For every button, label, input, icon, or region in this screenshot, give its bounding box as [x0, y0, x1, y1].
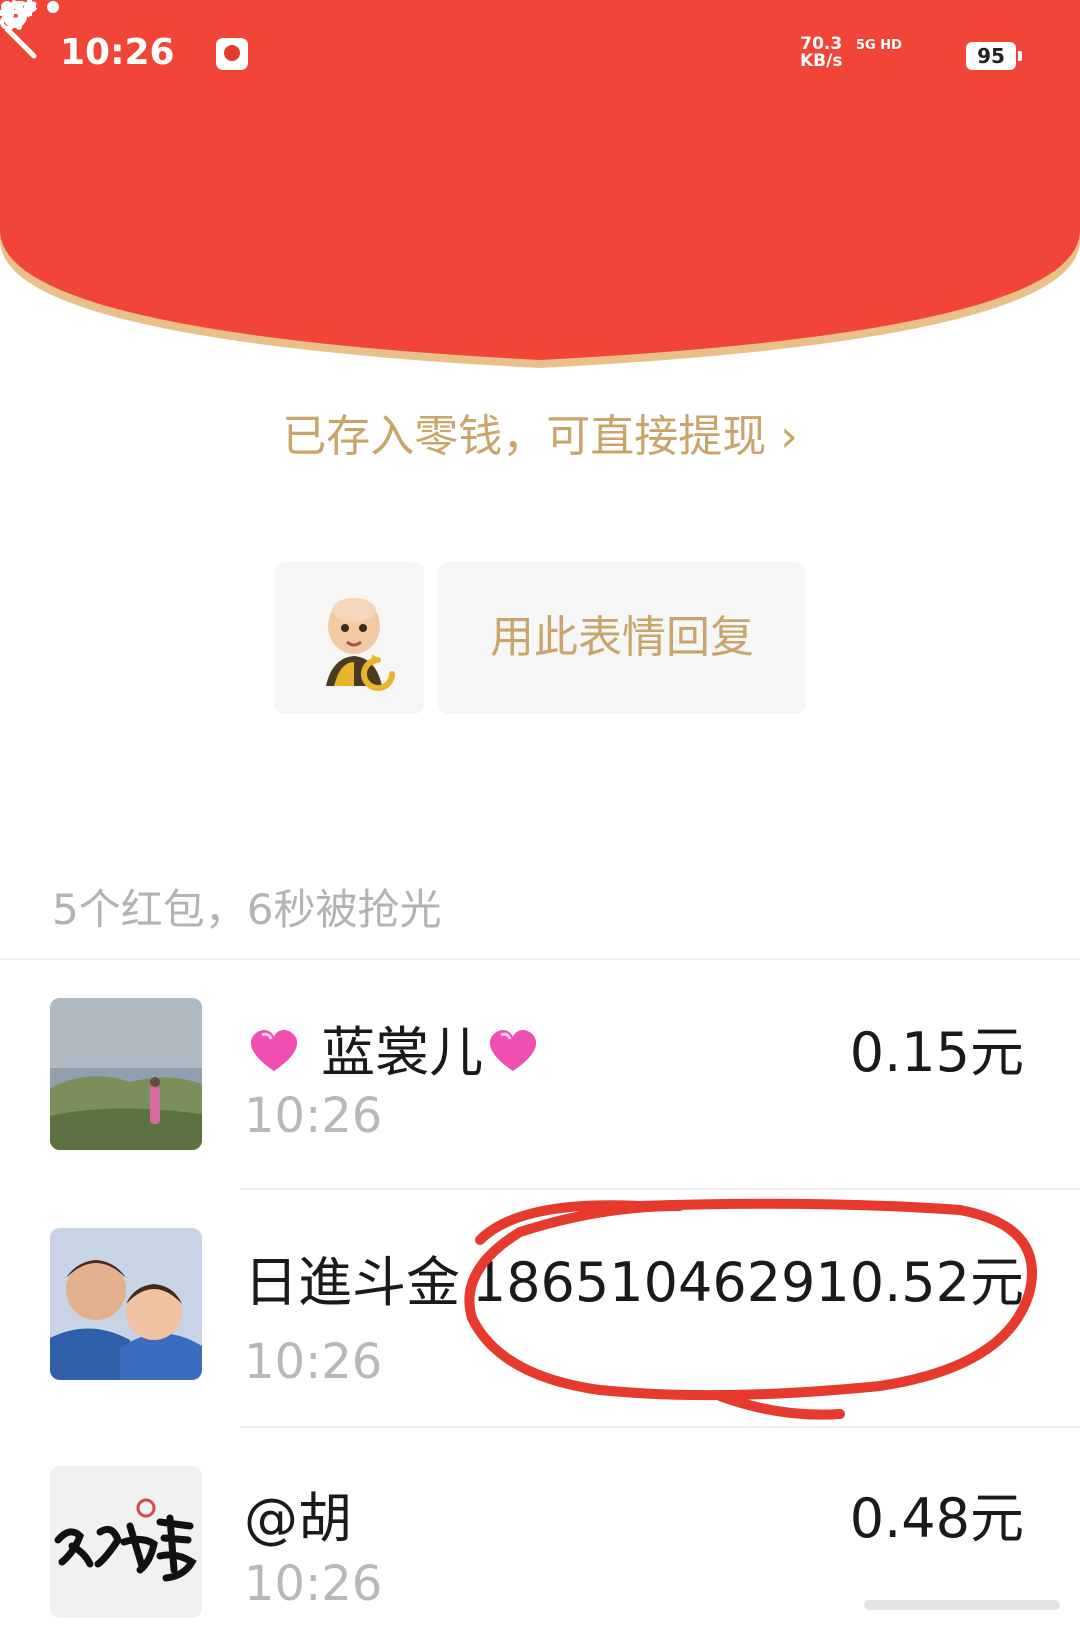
heart-icon	[250, 1030, 298, 1071]
heart-icon	[490, 1030, 537, 1071]
avatar[interactable]	[50, 1228, 202, 1380]
watermark-icon	[864, 1600, 1060, 1610]
divider	[240, 1426, 1080, 1428]
packet-summary: 5个红包，6秒被抢光	[52, 885, 442, 934]
amount: 186510462910.52元	[471, 1251, 1024, 1314]
amount: 0.48元	[849, 1487, 1024, 1550]
red-packet-header: 10:26 70.3 KB/s 5G HD 95	[0, 0, 1080, 380]
avatar[interactable]	[50, 998, 202, 1150]
divider	[240, 1188, 1080, 1190]
receive-time: 10:26	[244, 1556, 383, 1612]
chevron-right-icon: ›	[766, 411, 798, 462]
network-type: 5G HD	[856, 38, 902, 53]
amount: 0.15元	[849, 1021, 1024, 1084]
status-time: 10:26	[60, 32, 175, 73]
avatar-calligraphy-image	[50, 1466, 202, 1618]
recipient-name: 蓝裳儿	[244, 1008, 543, 1087]
reply-with-sticker-button[interactable]: 用此表情回复	[438, 562, 806, 714]
avatar-family-photo	[50, 1228, 202, 1380]
battery-indicator: 95	[966, 42, 1022, 70]
more-icon[interactable]	[0, 0, 60, 14]
net-speed: 70.3 KB/s	[800, 34, 843, 71]
divider	[0, 958, 1080, 960]
recipient-name: 日進斗金	[244, 1251, 460, 1314]
sticker-button[interactable]	[274, 562, 424, 714]
avatar[interactable]	[50, 1466, 202, 1618]
app-notification-icon	[216, 38, 248, 70]
recipient-name: @胡	[244, 1487, 352, 1550]
wallet-notice-link[interactable]: 已存入零钱，可直接提现 ›	[0, 400, 1080, 464]
receive-time: 10:26	[244, 1088, 383, 1144]
monk-sticker-icon	[326, 598, 395, 691]
receive-time: 10:26	[244, 1334, 383, 1390]
avatar-grassland-image	[50, 998, 202, 1150]
